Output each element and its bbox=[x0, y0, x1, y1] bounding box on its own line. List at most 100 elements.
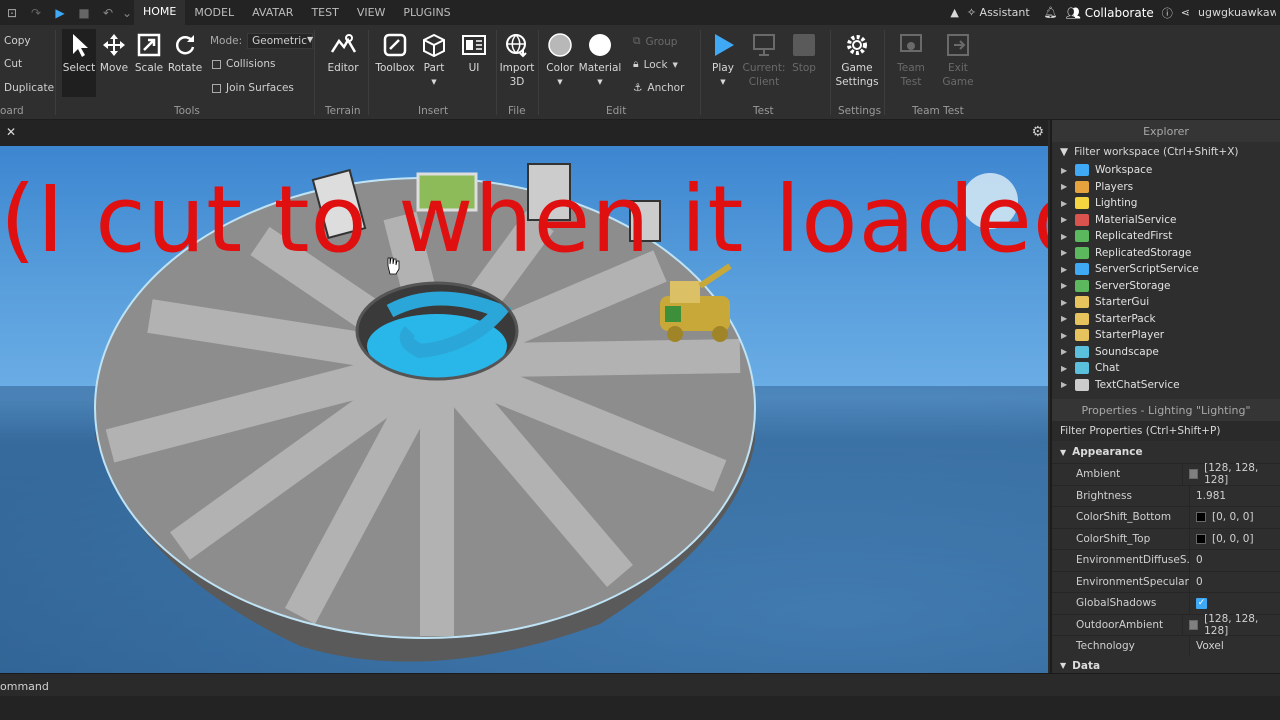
checkbox-checked-icon[interactable]: ✓ bbox=[1196, 597, 1207, 609]
terrain-editor-button[interactable]: Editor bbox=[324, 29, 362, 75]
play-quick-icon[interactable]: ▶ bbox=[48, 0, 72, 25]
data-section[interactable]: ▼ Data bbox=[1052, 656, 1280, 675]
expand-arrow-icon[interactable]: ▶ bbox=[1061, 248, 1075, 257]
share-icon[interactable]: ⋖ bbox=[1181, 6, 1190, 19]
explorer-item[interactable]: ▶ StarterGui bbox=[1052, 294, 1280, 311]
color-swatch[interactable] bbox=[1196, 512, 1206, 523]
appearance-section[interactable]: ▼ Appearance bbox=[1052, 441, 1280, 463]
username[interactable]: ugwgkuawkawhf bbox=[1198, 6, 1276, 19]
collapse-icon[interactable]: ▲ bbox=[950, 6, 958, 19]
properties-filter-input[interactable]: Filter Properties (Ctrl+Shift+P) bbox=[1060, 425, 1220, 437]
property-row[interactable]: Brightness 1.981 bbox=[1052, 484, 1280, 506]
ui-button[interactable]: UI bbox=[460, 29, 488, 75]
property-value[interactable]: [0, 0, 0] bbox=[1190, 533, 1254, 545]
property-row[interactable]: EnvironmentDiffuseS... 0 bbox=[1052, 549, 1280, 571]
expand-arrow-icon[interactable]: ▶ bbox=[1061, 314, 1075, 323]
cut-button[interactable]: Cut bbox=[4, 58, 22, 70]
stop-quick-icon[interactable]: ■ bbox=[72, 0, 96, 25]
team-test-button[interactable]: Team Test bbox=[892, 29, 930, 89]
property-value[interactable]: Voxel bbox=[1190, 640, 1224, 652]
collaborate-button[interactable]: 👥︎ Collaborate bbox=[1066, 6, 1154, 20]
explorer-filter[interactable]: ▼ Filter workspace (Ctrl+Shift+X) bbox=[1052, 142, 1280, 162]
close-icon[interactable]: ✕ bbox=[6, 125, 16, 139]
help-icon[interactable]: ⓘ bbox=[1162, 5, 1173, 21]
tab-test[interactable]: TEST bbox=[302, 0, 347, 25]
property-value[interactable]: [0, 0, 0] bbox=[1190, 511, 1254, 523]
tab-model[interactable]: MODEL bbox=[185, 0, 243, 25]
properties-filter[interactable]: Filter Properties (Ctrl+Shift+P) bbox=[1052, 421, 1280, 441]
explorer-item[interactable]: ▶ MaterialService bbox=[1052, 212, 1280, 229]
color-swatch[interactable] bbox=[1188, 619, 1199, 630]
notification-icon[interactable]: 🔔︎ bbox=[1044, 6, 1058, 19]
property-value[interactable]: ✓ bbox=[1190, 597, 1207, 609]
join-surfaces-checkbox[interactable] bbox=[212, 83, 221, 93]
explorer-filter-input[interactable]: Filter workspace (Ctrl+Shift+X) bbox=[1074, 146, 1238, 158]
explorer-item[interactable]: ▶ ServerStorage bbox=[1052, 278, 1280, 295]
stop-button[interactable]: Stop bbox=[790, 29, 818, 75]
command-bar[interactable]: ommand bbox=[0, 673, 1280, 720]
property-row[interactable]: EnvironmentSpecular... 0 bbox=[1052, 570, 1280, 592]
property-row[interactable]: ColorShift_Top [0, 0, 0] bbox=[1052, 527, 1280, 549]
explorer-item[interactable]: ▶ ReplicatedStorage bbox=[1052, 245, 1280, 262]
3d-viewport[interactable]: (I cut to when it loaded) bbox=[0, 146, 1048, 673]
select-button[interactable]: Select bbox=[62, 29, 96, 97]
part-button[interactable]: Part ▼ bbox=[420, 29, 448, 89]
expand-arrow-icon[interactable]: ▶ bbox=[1061, 298, 1075, 307]
property-row[interactable]: ColorShift_Bottom [0, 0, 0] bbox=[1052, 506, 1280, 528]
property-row[interactable]: GlobalShadows ✓ bbox=[1052, 592, 1280, 614]
explorer-item[interactable]: ▶ ServerScriptService bbox=[1052, 261, 1280, 278]
expand-arrow-icon[interactable]: ▶ bbox=[1061, 380, 1075, 389]
gear-icon[interactable]: ⚙ bbox=[1031, 124, 1044, 140]
property-value[interactable]: [128, 128, 128] bbox=[1183, 462, 1280, 486]
tab-avatar[interactable]: AVATAR bbox=[243, 0, 302, 25]
expand-arrow-icon[interactable]: ▶ bbox=[1061, 281, 1075, 290]
tab-view[interactable]: VIEW bbox=[348, 0, 395, 25]
dropdown-icon[interactable]: ⌄ bbox=[120, 0, 134, 25]
property-value[interactable]: 1.981 bbox=[1190, 490, 1226, 502]
copy-button[interactable]: Copy bbox=[4, 35, 31, 47]
color-swatch[interactable] bbox=[1196, 533, 1206, 544]
expand-arrow-icon[interactable]: ▶ bbox=[1061, 347, 1075, 356]
explorer-item[interactable]: ▶ StarterPlayer bbox=[1052, 327, 1280, 344]
explorer-item[interactable]: ▶ Chat bbox=[1052, 360, 1280, 377]
explorer-item[interactable]: ▶ Lighting bbox=[1052, 195, 1280, 212]
expand-arrow-icon[interactable]: ▶ bbox=[1061, 182, 1075, 191]
expand-arrow-icon[interactable]: ▶ bbox=[1061, 232, 1075, 241]
file-icon[interactable]: ⊡ bbox=[0, 0, 24, 25]
scale-button[interactable]: Scale bbox=[135, 29, 163, 75]
property-row[interactable]: Ambient [128, 128, 128] bbox=[1052, 462, 1280, 486]
explorer-item[interactable]: ▶ ReplicatedFirst bbox=[1052, 228, 1280, 245]
undo-icon[interactable]: ↶ bbox=[96, 0, 120, 25]
expand-arrow-icon[interactable]: ▶ bbox=[1061, 166, 1075, 175]
group-button[interactable]: ⧉ Group bbox=[633, 35, 677, 48]
current-client-button[interactable]: Current: Client bbox=[742, 29, 786, 89]
explorer-item[interactable]: ▶ Soundscape bbox=[1052, 344, 1280, 361]
property-value[interactable]: 0 bbox=[1190, 554, 1203, 566]
redo-icon[interactable]: ↷ bbox=[24, 0, 48, 25]
expand-arrow-icon[interactable]: ▶ bbox=[1061, 364, 1075, 373]
move-button[interactable]: Move bbox=[100, 29, 128, 75]
import-3d-button[interactable]: Import 3D bbox=[500, 29, 534, 89]
material-button[interactable]: Material ▼ bbox=[579, 29, 621, 89]
expand-arrow-icon[interactable]: ▶ bbox=[1061, 199, 1075, 208]
expand-arrow-icon[interactable]: ▶ bbox=[1061, 331, 1075, 340]
expand-arrow-icon[interactable]: ▶ bbox=[1061, 265, 1075, 274]
tab-home[interactable]: HOME bbox=[134, 0, 186, 25]
property-row[interactable]: OutdoorAmbient [128, 128, 128] bbox=[1052, 613, 1280, 637]
color-button[interactable]: Color ▼ bbox=[544, 29, 576, 89]
rotate-button[interactable]: Rotate bbox=[168, 29, 202, 75]
join-surfaces-toggle[interactable]: Join Surfaces bbox=[212, 82, 294, 94]
explorer-item[interactable]: ▶ Players bbox=[1052, 179, 1280, 196]
explorer-item[interactable]: ▶ TextChatService bbox=[1052, 377, 1280, 394]
property-value[interactable]: 0 bbox=[1190, 576, 1203, 588]
assistant-button[interactable]: ✧ Assistant bbox=[967, 6, 1030, 19]
property-value[interactable]: [128, 128, 128] bbox=[1183, 613, 1280, 637]
toolbox-button[interactable]: Toolbox bbox=[375, 29, 415, 75]
mode-select[interactable]: Geometric ▼ bbox=[247, 33, 314, 49]
anchor-button[interactable]: ⚓︎ Anchor bbox=[633, 82, 684, 94]
game-settings-button[interactable]: Game Settings bbox=[835, 29, 879, 89]
tab-plugins[interactable]: PLUGINS bbox=[394, 0, 459, 25]
collisions-toggle[interactable]: Collisions bbox=[212, 58, 275, 70]
play-button[interactable]: Play ▼ bbox=[708, 29, 738, 89]
duplicate-button[interactable]: Duplicate bbox=[4, 82, 54, 94]
